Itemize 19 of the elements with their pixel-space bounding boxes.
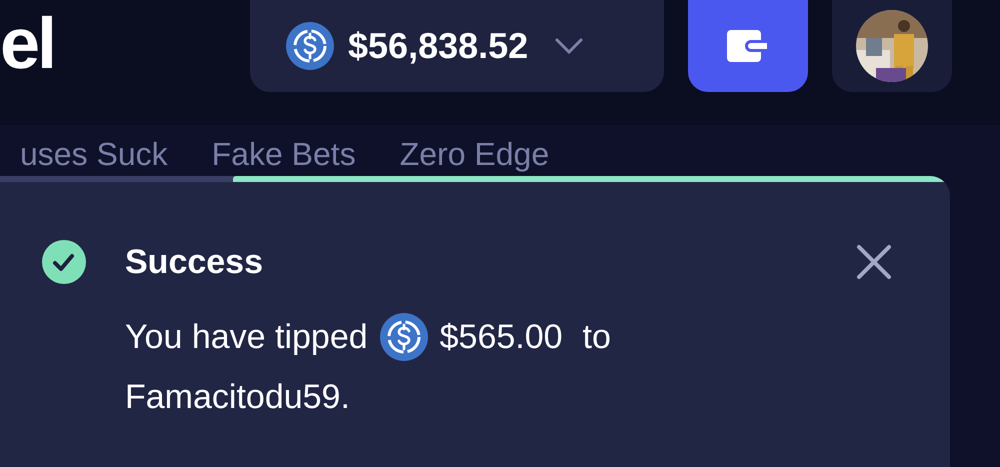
close-button[interactable] (856, 244, 892, 280)
wallet-button[interactable] (688, 0, 808, 92)
avatar-button[interactable] (832, 0, 952, 92)
nav-link[interactable]: Zero Edge (400, 125, 550, 176)
chevron-down-icon (554, 37, 584, 55)
nav-link[interactable]: uses Suck (20, 125, 168, 176)
toast-title: Success (125, 242, 264, 282)
dollar-coin-icon (286, 22, 334, 70)
nav-link[interactable]: Fake Bets (212, 125, 356, 176)
message-text: Famacitodu59. (125, 377, 350, 418)
dollar-coin-icon (380, 313, 428, 361)
balance-selector[interactable]: $56,838.52 (250, 0, 664, 92)
message-text: $565.00 (440, 317, 563, 358)
message-text: to (582, 317, 611, 358)
logo-text: el (0, 8, 56, 80)
message-text: You have tipped (125, 317, 368, 358)
check-circle-icon (42, 240, 86, 284)
balance-amount: $56,838.52 (348, 25, 528, 67)
close-icon (856, 244, 892, 280)
